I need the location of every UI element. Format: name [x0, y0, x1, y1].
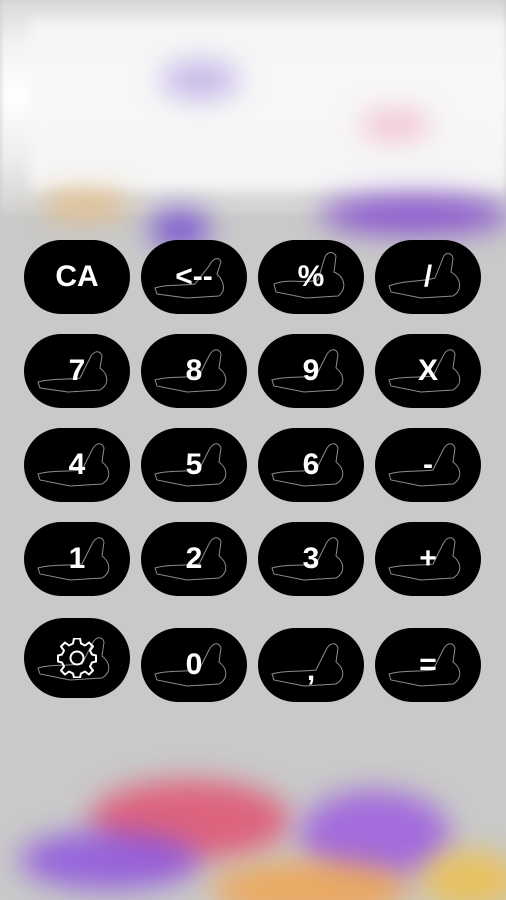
- digit-0-label: 0: [185, 648, 203, 681]
- plus-button[interactable]: +: [375, 522, 481, 596]
- digit-8-button[interactable]: 8: [141, 334, 247, 408]
- keypad: CA <-- % / 7 8 9 X 4 5 6 - 1 2 3 + 0 , =: [0, 0, 506, 900]
- digit-2-button[interactable]: 2: [141, 522, 247, 596]
- digit-3-label: 3: [302, 542, 320, 575]
- minus-label: -: [423, 448, 433, 481]
- digit-4-label: 4: [68, 448, 86, 481]
- percent-button[interactable]: %: [258, 240, 364, 314]
- decimal-button[interactable]: ,: [258, 628, 364, 702]
- backspace-label: <--: [175, 260, 213, 293]
- digit-4-button[interactable]: 4: [24, 428, 130, 502]
- multiply-label: X: [417, 354, 438, 387]
- digit-1-button[interactable]: 1: [24, 522, 130, 596]
- gear-icon: [57, 638, 97, 678]
- digit-6-label: 6: [302, 448, 320, 481]
- settings-button[interactable]: [24, 618, 130, 698]
- divide-label: /: [423, 260, 433, 293]
- digit-9-label: 9: [302, 354, 320, 387]
- percent-label: %: [297, 260, 325, 293]
- clear-all-label: CA: [55, 260, 99, 293]
- decimal-label: ,: [306, 654, 316, 687]
- equals-button[interactable]: =: [375, 628, 481, 702]
- minus-button[interactable]: -: [375, 428, 481, 502]
- digit-0-button[interactable]: 0: [141, 628, 247, 702]
- digit-5-button[interactable]: 5: [141, 428, 247, 502]
- digit-6-button[interactable]: 6: [258, 428, 364, 502]
- digit-8-label: 8: [185, 354, 203, 387]
- clear-all-button[interactable]: CA: [24, 240, 130, 314]
- backspace-button[interactable]: <--: [141, 240, 247, 314]
- equals-label: =: [419, 648, 437, 681]
- digit-3-button[interactable]: 3: [258, 522, 364, 596]
- plus-label: +: [419, 542, 437, 575]
- digit-7-label: 7: [68, 354, 86, 387]
- digit-9-button[interactable]: 9: [258, 334, 364, 408]
- digit-1-label: 1: [68, 542, 86, 575]
- divide-button[interactable]: /: [375, 240, 481, 314]
- multiply-button[interactable]: X: [375, 334, 481, 408]
- digit-2-label: 2: [185, 542, 203, 575]
- digit-5-label: 5: [185, 448, 203, 481]
- digit-7-button[interactable]: 7: [24, 334, 130, 408]
